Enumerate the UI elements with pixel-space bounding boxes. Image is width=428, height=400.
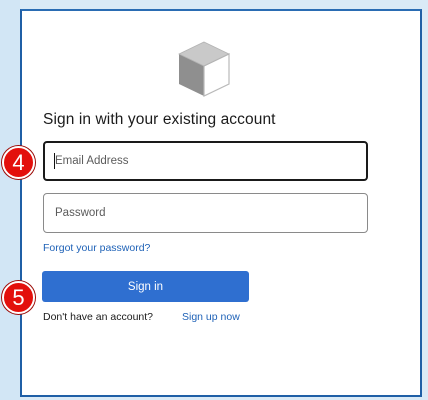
cube-icon: [178, 41, 230, 97]
forgot-password-link[interactable]: Forgot your password?: [43, 242, 150, 254]
step-marker-4: 4: [2, 146, 35, 179]
signin-heading: Sign in with your existing account: [43, 111, 276, 128]
signup-link[interactable]: Sign up now: [182, 311, 240, 323]
background-strip: [0, 0, 20, 400]
text-cursor: [54, 153, 55, 169]
email-field[interactable]: [43, 141, 368, 181]
step-marker-5: 5: [2, 281, 35, 314]
no-account-text: Don't have an account?: [43, 311, 153, 323]
password-field[interactable]: [43, 193, 368, 233]
signin-button[interactable]: Sign in: [42, 271, 249, 302]
